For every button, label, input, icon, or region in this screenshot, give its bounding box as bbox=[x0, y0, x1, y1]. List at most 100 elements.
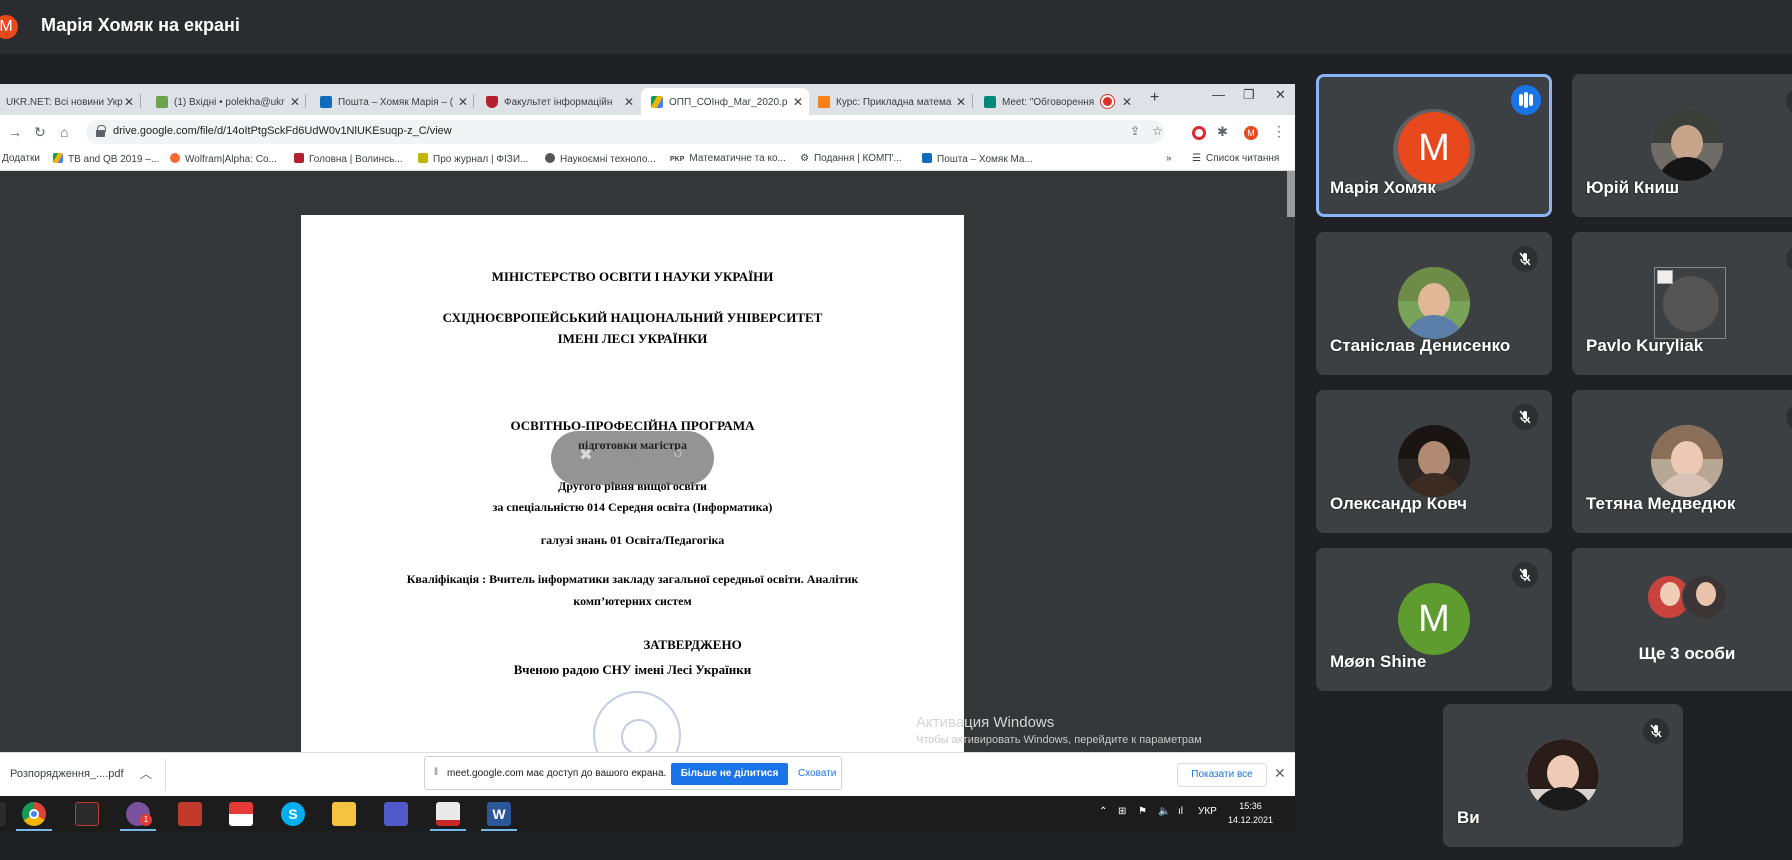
browser-tab[interactable]: Meet: "Обговорення ✕ bbox=[984, 88, 1134, 115]
circle-icon[interactable]: ○ bbox=[667, 445, 689, 467]
self-view-tile[interactable]: Ви bbox=[1443, 704, 1683, 847]
browser-tab-active[interactable]: ОПП_СОІнф_Маг_2020.p ✕ bbox=[641, 88, 809, 115]
participant-tile[interactable]: Олександр Ковч bbox=[1316, 390, 1552, 533]
reload-icon[interactable]: ↻ bbox=[34, 124, 46, 141]
tray-overflow-icon[interactable]: ⌃ bbox=[1099, 806, 1107, 817]
bookmark-item[interactable]: Пошта – Хомяк Ма... bbox=[922, 153, 1033, 165]
calculator-icon[interactable] bbox=[178, 802, 202, 826]
mic-off-icon bbox=[1512, 562, 1538, 588]
pdf-icon[interactable] bbox=[436, 802, 460, 826]
shield-icon bbox=[294, 153, 304, 163]
extensions-icon[interactable]: ✱ bbox=[1217, 124, 1228, 140]
pin-icon[interactable]: ✖ bbox=[575, 445, 597, 467]
mail-icon bbox=[156, 96, 168, 108]
doc-line: ЗАТВЕРДЖЕНО bbox=[643, 637, 742, 652]
participant-tile[interactable]: Юрій Книш bbox=[1572, 74, 1792, 217]
bookmark-item[interactable]: Головна | Волинсь... bbox=[294, 153, 403, 165]
close-tab-icon[interactable]: ✕ bbox=[458, 95, 468, 109]
close-tab-icon[interactable]: ✕ bbox=[290, 95, 300, 109]
mic-off-icon bbox=[1786, 88, 1792, 114]
hide-button[interactable]: Сховати bbox=[798, 768, 836, 779]
bookmark-item[interactable]: ТВ and QB 2019 –... bbox=[53, 153, 159, 165]
annotation-toolbar: ✖ ✎ ○ bbox=[551, 431, 714, 485]
new-tab-button[interactable]: + bbox=[1150, 89, 1159, 107]
home-icon[interactable]: ⌂ bbox=[60, 124, 68, 140]
chrome-icon[interactable] bbox=[22, 802, 46, 826]
doc-line: галузі знань 01 Освіта/Педагогіка bbox=[540, 533, 725, 547]
opera-extension-icon[interactable] bbox=[1192, 126, 1206, 140]
volume-icon[interactable]: 🔈 bbox=[1158, 806, 1170, 817]
close-tab-icon[interactable]: ✕ bbox=[793, 95, 803, 109]
outlook-icon bbox=[922, 153, 932, 163]
mic-off-icon bbox=[1786, 246, 1792, 272]
bookmark-item[interactable]: ⚙ Подання | КОМП'... bbox=[800, 153, 902, 164]
file-explorer-icon[interactable] bbox=[332, 802, 356, 826]
participant-name: Møøn Shine bbox=[1330, 652, 1427, 671]
doc-line: СХІДНОЄВРОПЕЙСЬКИЙ НАЦІОНАЛЬНИЙ УНІВЕРСИ… bbox=[442, 310, 823, 325]
chevron-up-icon[interactable]: ︿ bbox=[140, 765, 152, 782]
more-participants-tile[interactable]: Ще 3 особи bbox=[1572, 548, 1792, 691]
close-window-icon[interactable]: ✕ bbox=[1275, 87, 1286, 103]
participant-tile[interactable]: Pavlo Kuryliak bbox=[1572, 232, 1792, 375]
bookmark-item[interactable]: Wolfram|Alpha: Co... bbox=[170, 153, 277, 165]
avatar-photo bbox=[1398, 425, 1470, 497]
bookmark-item[interactable]: Про журнал | ФІЗИ... bbox=[418, 153, 528, 165]
outlook-icon bbox=[320, 96, 332, 108]
mic-off-icon bbox=[1512, 404, 1538, 430]
browser-tab[interactable]: Курс: Прикладна матема ✕ bbox=[818, 88, 968, 115]
drag-handle-icon[interactable]: ‖ bbox=[434, 767, 438, 778]
close-tab-icon[interactable]: ✕ bbox=[124, 95, 134, 109]
browser-tab[interactable]: UKR.NET: Всі новини Укр ✕ bbox=[0, 88, 136, 115]
stop-sharing-button[interactable]: Більше не ділитися bbox=[671, 763, 788, 785]
share-icon[interactable]: ⇪ bbox=[1130, 124, 1140, 138]
close-tab-icon[interactable]: ✕ bbox=[624, 95, 634, 109]
flag-icon[interactable]: ⚑ bbox=[1138, 806, 1147, 817]
participant-tile[interactable]: Тетяна Медведюк bbox=[1572, 390, 1792, 533]
profile-avatar[interactable]: M bbox=[1244, 126, 1258, 140]
viber-icon[interactable]: 1 bbox=[126, 802, 152, 826]
teams-icon[interactable] bbox=[384, 802, 408, 826]
url-input[interactable]: drive.google.com/file/d/14oItPtgSckFd6Ud… bbox=[86, 120, 1164, 144]
restore-icon[interactable]: ❐ bbox=[1243, 87, 1255, 103]
download-file[interactable]: Розпорядження_....pdf bbox=[10, 768, 124, 780]
close-tab-icon[interactable]: ✕ bbox=[1122, 95, 1132, 109]
pen-off-icon[interactable]: ✎ bbox=[621, 445, 643, 467]
skype-icon[interactable]: S bbox=[281, 802, 305, 826]
word-icon[interactable]: W bbox=[487, 802, 511, 826]
close-tab-icon[interactable]: ✕ bbox=[956, 95, 966, 109]
more-bookmarks-icon[interactable]: » bbox=[1166, 153, 1172, 164]
forward-icon[interactable]: → bbox=[8, 124, 22, 140]
reading-list[interactable]: ☰ Список читання bbox=[1192, 153, 1279, 164]
shared-screen: UKR.NET: Всі новини Укр ✕ (1) Вхідні • p… bbox=[0, 84, 1295, 832]
network-icon[interactable]: ⊞ bbox=[1118, 806, 1126, 817]
doc-line: Вченою радою СНУ імені Лесі Українки bbox=[513, 662, 752, 677]
avatar: M bbox=[1398, 583, 1470, 655]
wifi-icon[interactable]: ıl bbox=[1178, 806, 1183, 817]
participant-tile-speaking[interactable]: M Марія Хомяк bbox=[1316, 74, 1552, 217]
language-indicator[interactable]: УКР bbox=[1198, 806, 1217, 817]
avatar-photo bbox=[1527, 739, 1599, 811]
recording-icon bbox=[1103, 97, 1112, 106]
menu-icon[interactable]: ⋮ bbox=[1272, 123, 1286, 140]
minimize-icon[interactable]: — bbox=[1212, 87, 1225, 102]
participant-tile[interactable]: M Møøn Shine bbox=[1316, 548, 1552, 691]
browser-tab[interactable]: Пошта – Хомяк Марія – ( ✕ bbox=[320, 88, 470, 115]
tab-label: Meet: "Обговорення bbox=[1002, 97, 1095, 108]
browser-tab[interactable]: (1) Вхідні • polekha@ukr ✕ bbox=[156, 88, 302, 115]
bookmark-item[interactable]: Наукоємні техноло... bbox=[545, 153, 656, 165]
close-download-bar-icon[interactable]: ✕ bbox=[1274, 765, 1286, 782]
scrollbar-thumb[interactable] bbox=[1287, 171, 1295, 217]
books-icon[interactable] bbox=[229, 802, 253, 826]
participant-tile[interactable]: Станіслав Денисенко bbox=[1316, 232, 1552, 375]
clock[interactable]: 15:36 14.12.2021 bbox=[1228, 799, 1273, 827]
show-all-button[interactable]: Показати все bbox=[1177, 763, 1267, 787]
pdf-page: МІНІСТЕРСТВО ОСВІТИ І НАУКИ УКРАЇНИ СХІД… bbox=[301, 215, 964, 779]
meet-window: M Марія Хомяк на екрані UKR.NET: Всі нов… bbox=[0, 0, 1792, 860]
bookmark-star-icon[interactable]: ☆ bbox=[1152, 124, 1163, 138]
bookmark-item[interactable]: PKP Математичне та ко... bbox=[670, 153, 786, 164]
start-icon[interactable] bbox=[0, 802, 6, 826]
bookmark-apps[interactable]: Додатки bbox=[2, 153, 40, 164]
browser-tab[interactable]: Факультет інформаційн ✕ bbox=[486, 88, 636, 115]
presentation-title: Марія Хомяк на екрані bbox=[41, 15, 240, 35]
matlab-icon[interactable] bbox=[75, 802, 99, 826]
